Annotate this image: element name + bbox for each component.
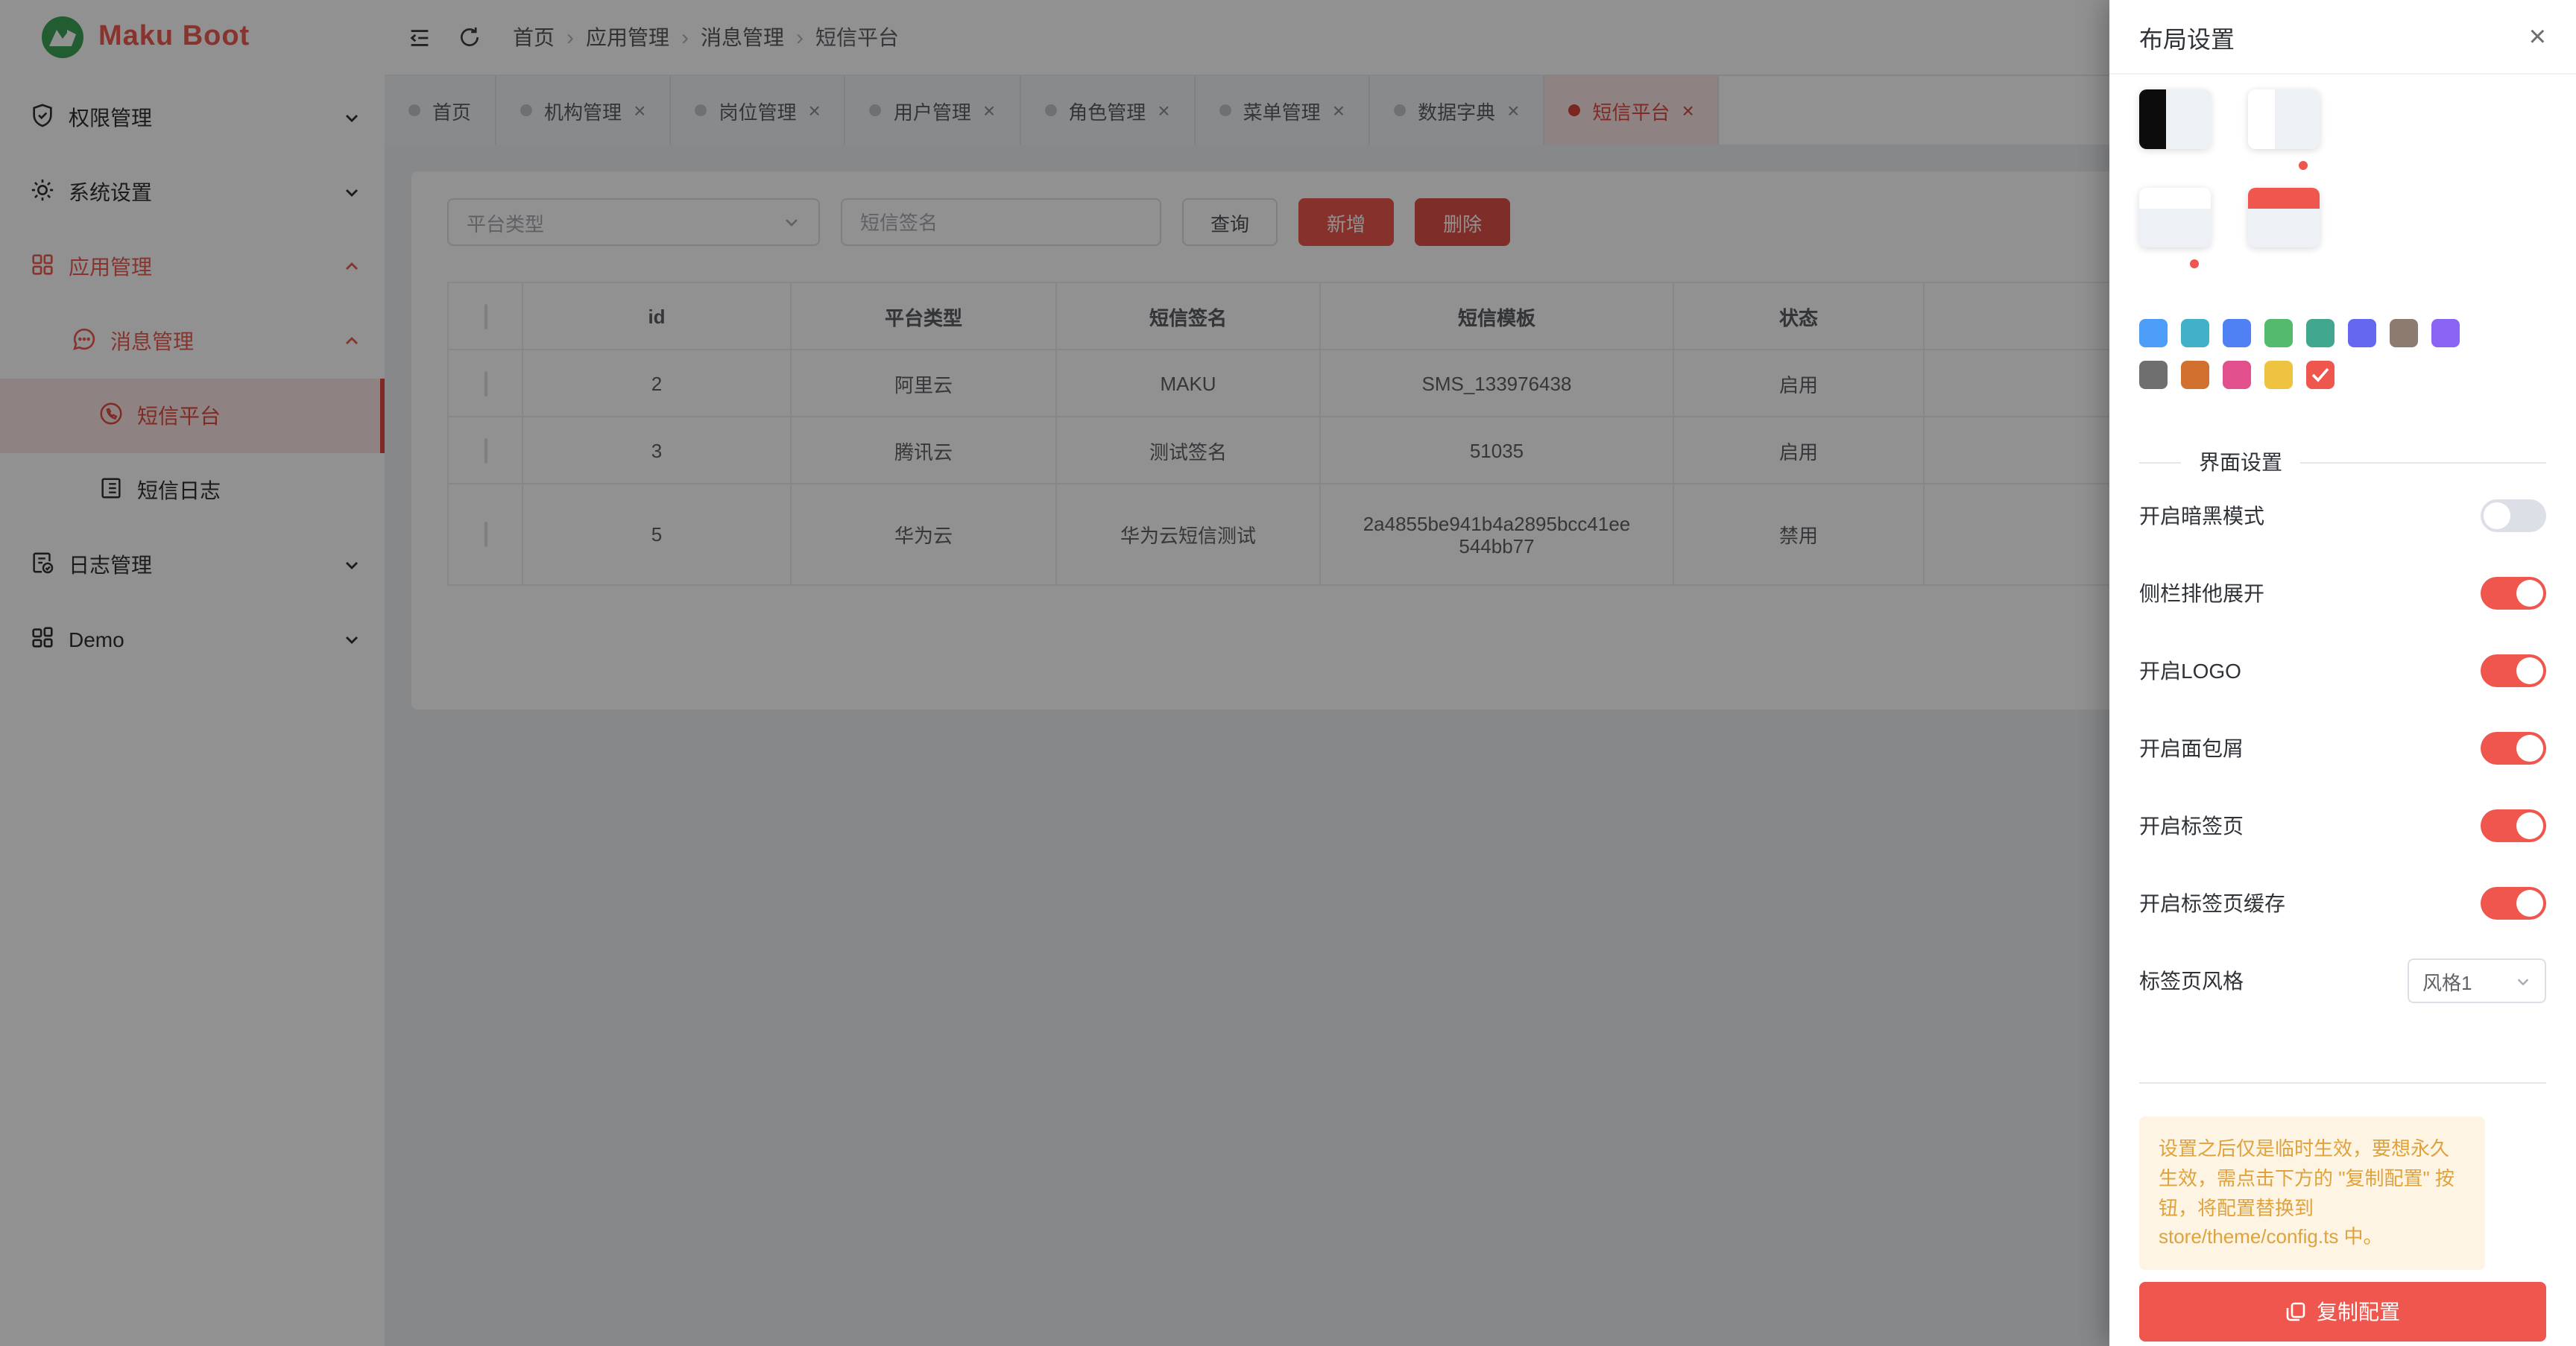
layout-option-dark-sidebar[interactable]: [2139, 89, 2248, 170]
chevron-down-icon: [2515, 973, 2531, 989]
copy-config-button[interactable]: 复制配置: [2139, 1282, 2546, 1342]
theme-color-swatch[interactable]: [2431, 319, 2460, 347]
tabs-cache-toggle[interactable]: [2481, 887, 2546, 920]
app-root: Maku Boot 权限管理 系统设置 应用管理 消息管理: [0, 0, 2576, 1346]
layout-option-primary-header[interactable]: [2248, 188, 2357, 268]
setting-breadcrumb: 开启面包屑: [2139, 710, 2546, 787]
setting-sidebar-accordion: 侧栏排他展开: [2139, 554, 2546, 632]
theme-color-swatch[interactable]: [2181, 319, 2209, 347]
check-icon: [2311, 367, 2330, 383]
layout-settings-drawer: 布局设置 ×: [2109, 0, 2576, 1346]
sidebar-accordion-toggle[interactable]: [2481, 577, 2546, 610]
selected-dot-icon: [2189, 259, 2198, 268]
selected-dot-icon: [2189, 161, 2198, 170]
theme-color-swatch[interactable]: [2264, 319, 2293, 347]
layout-option-light-header[interactable]: [2139, 188, 2248, 268]
drawer-header: 布局设置 ×: [2109, 0, 2576, 75]
setting-tabs-cache: 开启标签页缓存: [2139, 865, 2546, 942]
dark-mode-toggle[interactable]: [2481, 499, 2546, 532]
close-icon[interactable]: ×: [2529, 22, 2546, 51]
drawer-divider: [2139, 1082, 2546, 1084]
theme-color-swatch[interactable]: [2348, 319, 2376, 347]
theme-color-swatch[interactable]: [2306, 361, 2334, 389]
theme-color-swatch[interactable]: [2264, 361, 2293, 389]
setting-tabs: 开启标签页: [2139, 787, 2546, 865]
drawer-title: 布局设置: [2139, 19, 2235, 54]
theme-color-swatch[interactable]: [2223, 361, 2251, 389]
drawer-body: 界面设置 开启暗黑模式 侧栏排他展开 开启LOGO 开启面包屑 开启标签页: [2109, 75, 2576, 1346]
theme-color-swatch[interactable]: [2181, 361, 2209, 389]
selected-dot-icon: [2298, 161, 2307, 170]
logo-toggle[interactable]: [2481, 654, 2546, 687]
theme-color-swatch[interactable]: [2306, 319, 2334, 347]
theme-color-swatch[interactable]: [2390, 319, 2418, 347]
breadcrumb-toggle[interactable]: [2481, 732, 2546, 765]
theme-color-swatches: [2139, 319, 2485, 402]
section-title: 界面设置: [2181, 447, 2300, 477]
layout-theme-options: [2127, 89, 2366, 286]
modal-overlay[interactable]: [0, 0, 2109, 1346]
theme-color-swatch[interactable]: [2223, 319, 2251, 347]
theme-color-swatch[interactable]: [2139, 361, 2168, 389]
setting-dark-mode: 开启暗黑模式: [2139, 477, 2546, 554]
tabs-toggle[interactable]: [2481, 809, 2546, 842]
setting-tab-style: 标签页风格 风格1: [2139, 942, 2546, 1020]
selected-dot-icon: [2298, 259, 2307, 268]
tab-style-select[interactable]: 风格1: [2408, 958, 2546, 1003]
layout-option-light-sidebar[interactable]: [2248, 89, 2357, 170]
interface-settings-divider: 界面设置: [2139, 447, 2546, 477]
setting-logo: 开启LOGO: [2139, 632, 2546, 710]
copy-config-label: 复制配置: [2317, 1297, 2400, 1327]
copy-icon: [2285, 1301, 2306, 1322]
settings-notice: 设置之后仅是临时生效，要想永久生效，需点击下方的 "复制配置" 按钮，将配置替换…: [2139, 1116, 2485, 1270]
theme-color-swatch[interactable]: [2139, 319, 2168, 347]
tab-style-value: 风格1: [2422, 967, 2472, 995]
